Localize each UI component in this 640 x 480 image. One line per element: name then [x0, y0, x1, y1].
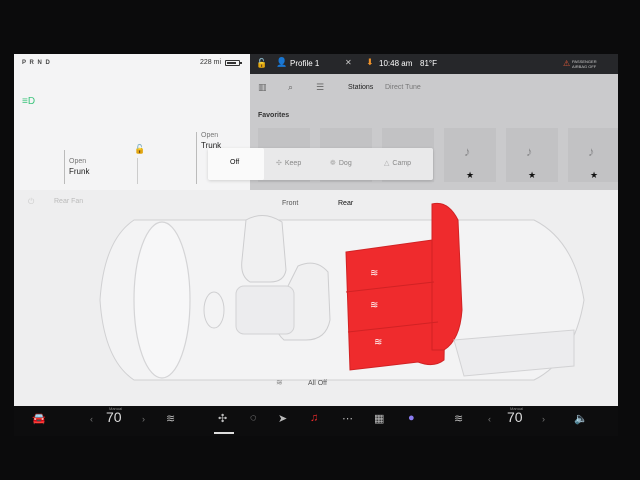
car-icon[interactable]: 🚘	[32, 412, 46, 425]
car-interior-illustration: ≋ ≋ ≋	[99, 202, 585, 381]
seat-heat-right-icon[interactable]: ≋	[454, 412, 463, 425]
download-icon[interactable]: ⬇	[366, 57, 374, 68]
trunk-open-label[interactable]: Open	[201, 132, 218, 139]
airbag-line-2: AIRBAG OFF	[572, 64, 597, 69]
option-off[interactable]: Off	[230, 159, 239, 166]
left-temp-up-icon[interactable]: ›	[142, 414, 145, 424]
driver-temperature[interactable]: 70	[106, 409, 122, 425]
camera-app-icon[interactable]: ●	[408, 412, 415, 424]
rear-seat-backrest-heated[interactable]	[431, 202, 463, 351]
display-bezel: P R N D 228 mi 🔓 👤 Profile 1 ✕ ⬇ 10:48 a…	[0, 0, 640, 480]
passenger-airbag-status: PASSENGER AIRBAG OFF	[572, 59, 612, 69]
mute-icon[interactable]: ✕	[345, 58, 352, 67]
all-off-button[interactable]: All Off	[308, 380, 327, 387]
active-indicator	[214, 432, 234, 434]
list-icon[interactable]: ☰	[316, 82, 324, 93]
battery-icon	[225, 60, 242, 66]
paw-icon: ❁	[330, 160, 336, 167]
star-icon[interactable]: ★	[528, 170, 536, 181]
right-temp-down-icon[interactable]: ‹	[488, 414, 491, 424]
navigation-icon[interactable]: ➤	[278, 412, 287, 425]
rear-fan-button[interactable]: Rear Fan	[54, 198, 83, 205]
favorites-heading: Favorites	[258, 112, 290, 119]
option-camp-label: Camp	[392, 160, 412, 167]
tab-direct-tune[interactable]: Direct Tune	[385, 84, 421, 91]
rear-seat-heated[interactable]	[345, 239, 447, 371]
profile-name[interactable]: Profile 1	[290, 59, 319, 68]
climate-keep-popup: Off ✣ Keep ❁ Dog △ Camp	[208, 148, 433, 180]
tab-rear[interactable]: Rear	[338, 200, 353, 207]
frunk-button[interactable]: Frunk	[69, 167, 89, 176]
star-icon[interactable]: ★	[590, 170, 598, 181]
seat-heat-icon[interactable]: ≋	[370, 268, 378, 279]
favorite-tile[interactable]: ♪★	[444, 128, 496, 182]
option-camp[interactable]: △ Camp	[384, 159, 411, 167]
lock-leader-line	[137, 158, 138, 184]
touchscreen: P R N D 228 mi 🔓 👤 Profile 1 ✕ ⬇ 10:48 a…	[14, 54, 618, 406]
fan-icon: ✣	[276, 160, 282, 167]
bottom-dock: 🚘 ‹ Manual 70 › ≋ ✣ ◌ ➤ ♫ ⋯ ▦ ● ≋ ‹ Manu…	[14, 406, 618, 436]
fan-icon[interactable]: ✣	[218, 412, 227, 425]
steering-heat-icon[interactable]: ◌	[250, 412, 257, 424]
tab-stations[interactable]: Stations	[348, 84, 373, 91]
right-temp-up-icon[interactable]: ›	[542, 414, 545, 424]
search-icon[interactable]: ⌕	[288, 82, 293, 93]
option-dog-label: Dog	[338, 160, 352, 167]
option-dog[interactable]: ❁ Dog	[330, 159, 352, 167]
headlight-icon: ≡D	[22, 96, 36, 107]
top-status-bar: 🔓 👤 Profile 1 ✕ ⬇ 10:48 am 81°F ⚠ PASSEN…	[250, 54, 618, 74]
trunk-leader-line	[196, 132, 197, 184]
gear-selector-indicator: P R N D	[22, 60, 51, 66]
option-keep[interactable]: ✣ Keep	[276, 159, 301, 167]
more-apps-icon[interactable]: ⋯	[342, 412, 353, 425]
profile-icon[interactable]: 👤	[276, 57, 287, 68]
battery-level-fill	[227, 62, 236, 64]
lock-icon[interactable]: 🔓	[256, 58, 267, 69]
frunk-open-label[interactable]: Open	[69, 158, 86, 165]
option-keep-label: Keep	[284, 160, 302, 167]
outside-temperature: 81°F	[420, 59, 437, 68]
left-temp-down-icon[interactable]: ‹	[90, 414, 93, 424]
volume-icon[interactable]: 🔈	[574, 412, 588, 425]
climate-seat-panel: ≋ ≋ ≋ ⏻ Rear Fan Front Rear ≋ All Off	[14, 190, 618, 406]
rear-fan-icon[interactable]: ⏻	[28, 197, 34, 207]
music-note-icon: ♪	[464, 144, 471, 159]
music-note-icon: ♪	[588, 144, 595, 159]
tent-icon: △	[384, 160, 390, 167]
vehicle-status-bar: P R N D 228 mi	[14, 54, 250, 74]
tab-front[interactable]: Front	[282, 200, 298, 207]
seat-heat-icon[interactable]: ≋	[374, 337, 382, 348]
star-icon[interactable]: ★	[466, 170, 474, 181]
music-note-icon: ♪	[526, 144, 533, 159]
music-app-icon[interactable]: ♫	[310, 412, 318, 424]
media-source-icon[interactable]: ▥	[258, 82, 267, 93]
unlock-icon[interactable]: 🔓	[134, 144, 145, 155]
favorite-tile[interactable]: ♪★	[506, 128, 558, 182]
all-off-heat-icon[interactable]: ≋	[276, 378, 283, 387]
favorite-tile[interactable]: ♪★	[568, 128, 618, 182]
calendar-icon[interactable]: ▦	[374, 412, 384, 425]
seat-heat-icon[interactable]: ≋	[370, 300, 378, 311]
airbag-icon: ⚠	[563, 59, 571, 68]
passenger-temperature[interactable]: 70	[507, 409, 523, 425]
range-readout: 228 mi	[200, 59, 222, 66]
seat-heat-left-icon[interactable]: ≋	[166, 412, 175, 425]
frunk-leader-line	[64, 150, 65, 184]
clock: 10:48 am	[379, 59, 413, 68]
